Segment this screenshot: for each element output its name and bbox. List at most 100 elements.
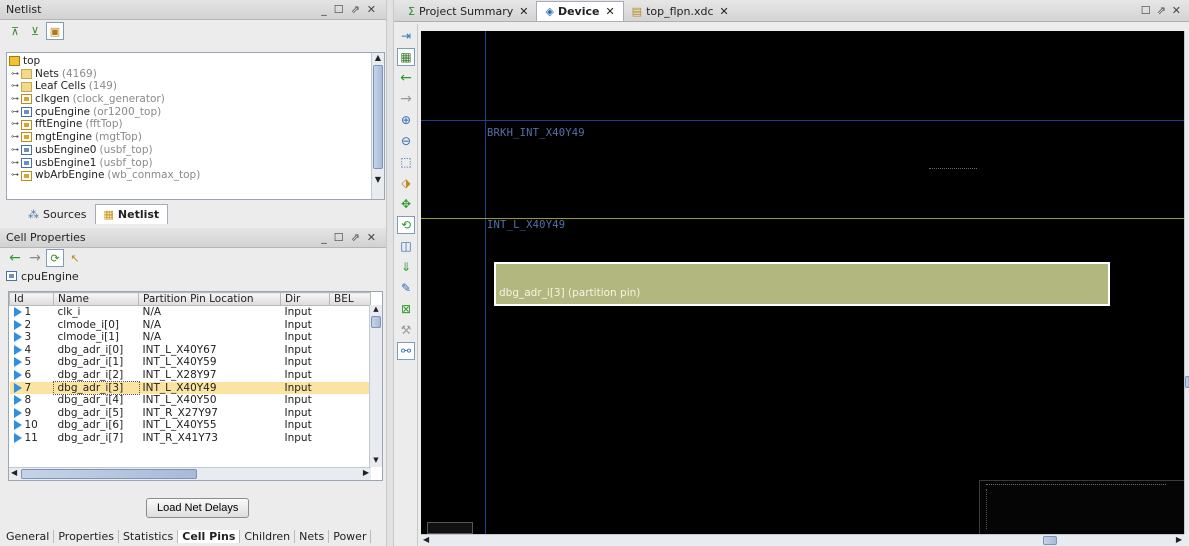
tree-root[interactable]: top: [9, 55, 370, 68]
close-icon[interactable]: ✕: [1172, 4, 1181, 17]
pin-assign-icon[interactable]: ⊠: [397, 300, 415, 318]
float-icon[interactable]: ⇗: [351, 3, 360, 16]
scroll-thumb[interactable]: [1185, 376, 1189, 388]
device-vscrollbar[interactable]: [1184, 31, 1189, 534]
float-icon[interactable]: ⇗: [1157, 4, 1166, 17]
restore-icon[interactable]: ☐: [334, 3, 344, 16]
col-dir[interactable]: Dir: [280, 292, 330, 306]
back-arrow-icon[interactable]: ←: [6, 249, 24, 267]
back-arrow-icon[interactable]: ←: [397, 69, 415, 87]
table-row[interactable]: 1 clk_i N/A Input: [10, 306, 371, 319]
scroll-right-icon[interactable]: ▶: [1176, 535, 1182, 544]
expand-toggle-icon[interactable]: ⊶: [9, 118, 21, 131]
fit-device-icon[interactable]: ▦: [397, 48, 415, 66]
table-row[interactable]: 5 dbg_adr_i[1] INT_L_X40Y59 Input: [10, 356, 371, 369]
tab-power[interactable]: Power: [329, 530, 372, 543]
scroll-thumb[interactable]: [21, 469, 197, 479]
partition-pin-box[interactable]: dbg_adr_i[3] (partition pin): [494, 262, 1110, 306]
table-row[interactable]: 10 dbg_adr_i[6] INT_L_X40Y55 Input: [10, 419, 371, 432]
minimize-icon[interactable]: _: [321, 3, 327, 16]
expand-toggle-icon[interactable]: ⊶: [9, 80, 21, 93]
zoom-fit-icon[interactable]: ⬚: [397, 153, 415, 171]
tab-properties[interactable]: Properties: [54, 530, 119, 543]
table-row[interactable]: 4 dbg_adr_i[0] INT_L_X40Y67 Input: [10, 344, 371, 357]
table-row[interactable]: 9 dbg_adr_i[5] INT_R_X27Y97 Input: [10, 407, 371, 420]
tree-item[interactable]: ⊶ cpuEngine (or1200_top): [9, 106, 370, 119]
load-net-delays-button[interactable]: Load Net Delays: [146, 498, 250, 518]
scroll-left-icon[interactable]: ◀: [423, 535, 429, 544]
tree-item[interactable]: ⊶ clkgen (clock_generator): [9, 93, 370, 106]
scroll-up-icon[interactable]: ▲: [372, 53, 384, 65]
auto-update-icon[interactable]: ⟳: [46, 249, 64, 267]
expand-toggle-icon[interactable]: ⊶: [9, 157, 21, 170]
expand-left-icon[interactable]: ⇥: [397, 27, 415, 45]
tab-project-summary[interactable]: Σ Project Summary ✕: [400, 1, 536, 21]
tab-cell-pins[interactable]: Cell Pins: [178, 530, 241, 543]
expand-toggle-icon[interactable]: ⊶: [9, 93, 21, 106]
cell-pins-table[interactable]: Id Name Partition Pin Location Dir BEL 1…: [8, 291, 383, 481]
tab-device[interactable]: ◈ Device ✕: [536, 1, 624, 21]
col-bel[interactable]: BEL: [329, 292, 371, 306]
tree-item[interactable]: ⊶ usbEngine0 (usbf_top): [9, 144, 370, 157]
forward-arrow-icon[interactable]: →: [397, 90, 415, 108]
table-vscrollbar[interactable]: ▲ ▼: [369, 305, 382, 467]
zoom-in-icon[interactable]: ⊕: [397, 111, 415, 129]
netlist-tree-scrollbar[interactable]: ▲ ▼: [371, 53, 384, 199]
scroll-down-icon[interactable]: ▼: [370, 456, 382, 467]
table-row[interactable]: 2 clmode_i[0] N/A Input: [10, 319, 371, 332]
expand-toggle-icon[interactable]: ⊶: [9, 169, 21, 182]
show-connectivity-icon[interactable]: ⚯: [397, 342, 415, 360]
float-icon[interactable]: ⇗: [351, 231, 360, 244]
scroll-thumb[interactable]: [1043, 536, 1057, 545]
world-view-tab[interactable]: [427, 522, 473, 534]
tab-xdc-file[interactable]: ▤ top_flpn.xdc ✕: [624, 1, 737, 21]
zoom-out-icon[interactable]: ⊖: [397, 132, 415, 150]
table-hscrollbar[interactable]: ◀ ▶: [9, 467, 371, 480]
close-icon[interactable]: ✕: [367, 3, 376, 16]
draw-icon[interactable]: ✎: [397, 279, 415, 297]
scroll-thumb[interactable]: [373, 65, 383, 169]
tab-nets[interactable]: Nets: [295, 530, 330, 543]
maximize-icon[interactable]: ☐: [1141, 4, 1151, 17]
table-row[interactable]: 8 dbg_adr_i[4] INT_L_X40Y50 Input: [10, 394, 371, 407]
col-name[interactable]: Name: [53, 292, 139, 306]
tree-item[interactable]: ⊶ Leaf Cells (149): [9, 80, 370, 93]
col-id[interactable]: Id: [9, 292, 54, 306]
scroll-thumb[interactable]: [371, 316, 381, 328]
expand-toggle-icon[interactable]: ⊶: [9, 68, 21, 81]
table-row[interactable]: 3 clmode_i[1] N/A Input: [10, 331, 371, 344]
tab-sources[interactable]: ⁂ Sources: [20, 204, 95, 224]
minimize-icon[interactable]: _: [321, 231, 327, 244]
autofit-selection-icon[interactable]: ⟲: [397, 216, 415, 234]
flow-down-icon[interactable]: ⇓: [397, 258, 415, 276]
close-icon[interactable]: ✕: [367, 231, 376, 244]
table-row[interactable]: 11 dbg_adr_i[7] INT_R_X41Y73 Input: [10, 432, 371, 445]
vertical-splitter[interactable]: [386, 0, 394, 546]
select-cursor-icon[interactable]: ↖: [66, 249, 84, 267]
device-hscrollbar[interactable]: ◀ ▶: [421, 534, 1184, 546]
collapse-all-icon[interactable]: ⊼: [6, 22, 24, 40]
col-partition-pin-location[interactable]: Partition Pin Location: [138, 292, 281, 306]
tree-item[interactable]: ⊶ Nets (4169): [9, 68, 370, 81]
scroll-up-icon[interactable]: ▲: [370, 305, 382, 316]
device-minimap[interactable]: [979, 480, 1184, 534]
scroll-right-icon[interactable]: ▶: [363, 468, 369, 477]
show-hierarchy-icon[interactable]: ▣: [46, 22, 64, 40]
scroll-left-icon[interactable]: ◀: [11, 468, 17, 477]
zoom-selection-icon[interactable]: ⬗: [397, 174, 415, 192]
close-tab-icon[interactable]: ✕: [720, 5, 729, 18]
tree-item[interactable]: ⊶ mgtEngine (mgtTop): [9, 131, 370, 144]
table-row[interactable]: 7 dbg_adr_i[3] INT_L_X40Y49 Input: [9, 380, 371, 396]
expand-toggle-icon[interactable]: ⊶: [9, 144, 21, 157]
tab-general[interactable]: General: [2, 530, 55, 543]
table-row[interactable]: 6 dbg_adr_i[2] INT_L_X28Y97 Input: [10, 369, 371, 382]
route-icon[interactable]: ✥: [397, 195, 415, 213]
expand-toggle-icon[interactable]: ⊶: [9, 131, 21, 144]
expand-all-icon[interactable]: ⊻: [26, 22, 44, 40]
device-canvas[interactable]: BRKH_INT_X40Y49 INT_L_X40Y49 dbg_adr_i[3…: [421, 31, 1184, 534]
tree-item[interactable]: ⊶ fftEngine (fftTop): [9, 118, 370, 131]
tab-statistics[interactable]: Statistics: [119, 530, 179, 543]
close-tab-icon[interactable]: ✕: [519, 5, 528, 18]
expand-toggle-icon[interactable]: ⊶: [9, 106, 21, 119]
scroll-down-icon[interactable]: ▼: [372, 175, 384, 187]
